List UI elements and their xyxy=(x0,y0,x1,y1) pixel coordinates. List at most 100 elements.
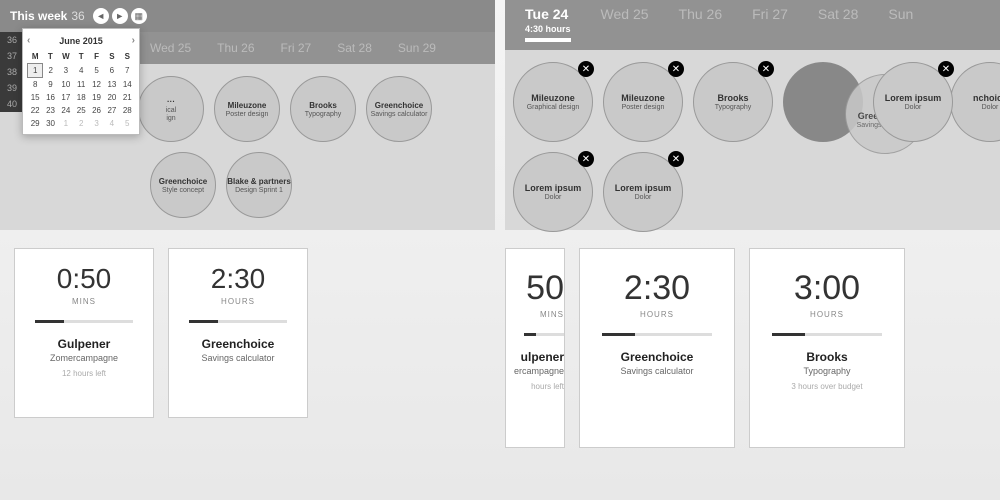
card-title: ulpener xyxy=(521,350,564,364)
time-card[interactable]: 3:00 HOURS Brooks Typography 3 hours ove… xyxy=(749,248,905,448)
close-icon[interactable]: ✕ xyxy=(938,61,954,77)
card-unit: HOURS xyxy=(221,297,255,306)
project-bubble[interactable]: GreenchoiceSavings calculator xyxy=(366,76,432,142)
card-time: 2:30 xyxy=(624,269,690,308)
time-card[interactable]: 0:50 MINS Gulpener Zomercampagne 12 hour… xyxy=(14,248,154,418)
cal-prev-month[interactable]: ‹ xyxy=(27,35,30,46)
time-card[interactable]: 2:30 HOURS Greenchoice Savings calculato… xyxy=(579,248,735,448)
cal-day[interactable]: 9 xyxy=(43,78,58,92)
project-bubble[interactable]: ✕MileuzoneGraphical design xyxy=(513,62,593,142)
cal-day[interactable]: 17 xyxy=(58,91,73,104)
time-card[interactable]: 50 MINS ulpener ercampagne hours left xyxy=(505,248,565,448)
cal-day[interactable]: 7 xyxy=(120,64,135,78)
day-tab[interactable]: Sat 28 xyxy=(818,6,858,22)
cal-day[interactable]: 21 xyxy=(120,91,135,104)
card-time: 2:30 xyxy=(211,263,266,295)
time-card[interactable]: 2:30 HOURS Greenchoice Savings calculato… xyxy=(168,248,308,418)
day-tab[interactable]: Fri 27 xyxy=(281,41,312,55)
card-time: 0:50 xyxy=(57,263,112,295)
cal-day[interactable]: 1 xyxy=(58,117,73,130)
cal-day[interactable]: 5 xyxy=(120,117,135,130)
cal-day[interactable]: 13 xyxy=(104,78,119,92)
cal-next-month[interactable]: › xyxy=(132,35,135,46)
cal-day[interactable]: 4 xyxy=(74,64,89,78)
cal-day[interactable]: 27 xyxy=(104,104,119,117)
card-unit: MINS xyxy=(72,297,96,306)
project-bubble[interactable]: ✕BrooksTypography xyxy=(693,62,773,142)
close-icon[interactable]: ✕ xyxy=(578,151,594,167)
prev-week-button[interactable]: ◄ xyxy=(93,8,109,24)
day-tab[interactable]: Wed 25 xyxy=(150,41,191,55)
cal-day[interactable]: 12 xyxy=(89,78,104,92)
day-tab[interactable]: Sat 28 xyxy=(337,41,372,55)
close-icon[interactable]: ✕ xyxy=(758,61,774,77)
cal-title: June 2015 xyxy=(59,36,103,46)
calendar-popover: ‹ June 2015 › M T W T F S S 1 2 3 4 5 6 … xyxy=(22,28,140,135)
project-bubble-row: ✕MileuzoneGraphical design ✕MileuzonePos… xyxy=(505,50,1000,230)
card-desc: Savings calculator xyxy=(620,366,693,376)
cal-day[interactable]: 8 xyxy=(28,78,43,92)
cal-day[interactable]: 1 xyxy=(28,64,43,78)
progress-bar xyxy=(772,333,882,336)
day-tab[interactable]: Sun 29 xyxy=(398,41,436,55)
day-tab[interactable]: Fri 27 xyxy=(752,6,788,22)
cal-day[interactable]: 26 xyxy=(89,104,104,117)
close-icon[interactable]: ✕ xyxy=(668,61,684,77)
project-bubble[interactable]: MileuzonePoster design xyxy=(214,76,280,142)
cal-day[interactable]: 22 xyxy=(28,104,43,117)
cal-day[interactable]: 24 xyxy=(58,104,73,117)
card-desc: Savings calculator xyxy=(201,353,274,363)
cal-day[interactable]: 3 xyxy=(89,117,104,130)
weeknum-row: 36 xyxy=(0,32,24,48)
cal-day[interactable]: 3 xyxy=(58,64,73,78)
project-bubble[interactable]: ···icalign xyxy=(138,76,204,142)
cal-day[interactable]: 14 xyxy=(120,78,135,92)
day-tab[interactable]: Thu 26 xyxy=(679,6,723,22)
project-bubble[interactable]: BrooksTypography xyxy=(290,76,356,142)
project-bubble[interactable]: Blake & partnersDesign Sprint 1 xyxy=(226,152,292,218)
cal-day[interactable]: 16 xyxy=(43,91,58,104)
cal-day[interactable]: 6 xyxy=(104,64,119,78)
cal-day[interactable]: 30 xyxy=(43,117,58,130)
day-tab[interactable]: Tue 244:30 hours xyxy=(525,6,571,42)
time-cards: 0:50 MINS Gulpener Zomercampagne 12 hour… xyxy=(0,230,495,436)
cal-day[interactable]: 23 xyxy=(43,104,58,117)
cal-day[interactable]: 2 xyxy=(43,64,58,78)
project-bubble[interactable]: ✕Lorem ipsumDolor xyxy=(873,62,953,142)
day-tab[interactable]: Thu 26 xyxy=(217,41,254,55)
cal-day[interactable]: 18 xyxy=(74,91,89,104)
calendar-button[interactable]: ▦ xyxy=(131,8,147,24)
progress-bar xyxy=(524,333,564,336)
progress-bar xyxy=(602,333,712,336)
project-bubble[interactable]: GreenchoiceStyle concept xyxy=(150,152,216,218)
cal-dow: S xyxy=(120,50,135,64)
cal-day[interactable]: 11 xyxy=(74,78,89,92)
project-bubble[interactable]: ✕Lorem ipsumDolor xyxy=(603,152,683,232)
cal-day[interactable]: 20 xyxy=(104,91,119,104)
close-icon[interactable]: ✕ xyxy=(668,151,684,167)
project-bubble[interactable]: ✕Lorem ipsumDolor xyxy=(513,152,593,232)
cal-day[interactable]: 15 xyxy=(28,91,43,104)
cal-day[interactable]: 25 xyxy=(74,104,89,117)
card-unit: MINS xyxy=(540,310,564,319)
cal-day[interactable]: 29 xyxy=(28,117,43,130)
cal-day[interactable]: 19 xyxy=(89,91,104,104)
card-unit: HOURS xyxy=(640,310,674,319)
cal-day[interactable]: 10 xyxy=(58,78,73,92)
weeknum-row: 38 xyxy=(0,64,24,80)
day-tab[interactable]: Wed 25 xyxy=(601,6,649,22)
cal-day[interactable]: 28 xyxy=(120,104,135,117)
day-tab[interactable]: Sun xyxy=(888,6,913,22)
cal-day[interactable]: 5 xyxy=(89,64,104,78)
card-desc: ercampagne xyxy=(514,366,564,376)
close-icon[interactable]: ✕ xyxy=(578,61,594,77)
cal-day[interactable]: 2 xyxy=(74,117,89,130)
card-title: Gulpener xyxy=(58,337,111,351)
project-bubble[interactable]: ✕nchoiceDolor xyxy=(950,62,1000,142)
week-number: 36 xyxy=(71,9,84,23)
cal-day[interactable]: 4 xyxy=(104,117,119,130)
pane-left: This week 36 ◄ ► ▦ 36 37 38 39 40 Wed 25… xyxy=(0,0,495,500)
progress-bar xyxy=(35,320,133,323)
project-bubble[interactable]: ✕MileuzonePoster design xyxy=(603,62,683,142)
next-week-button[interactable]: ► xyxy=(112,8,128,24)
